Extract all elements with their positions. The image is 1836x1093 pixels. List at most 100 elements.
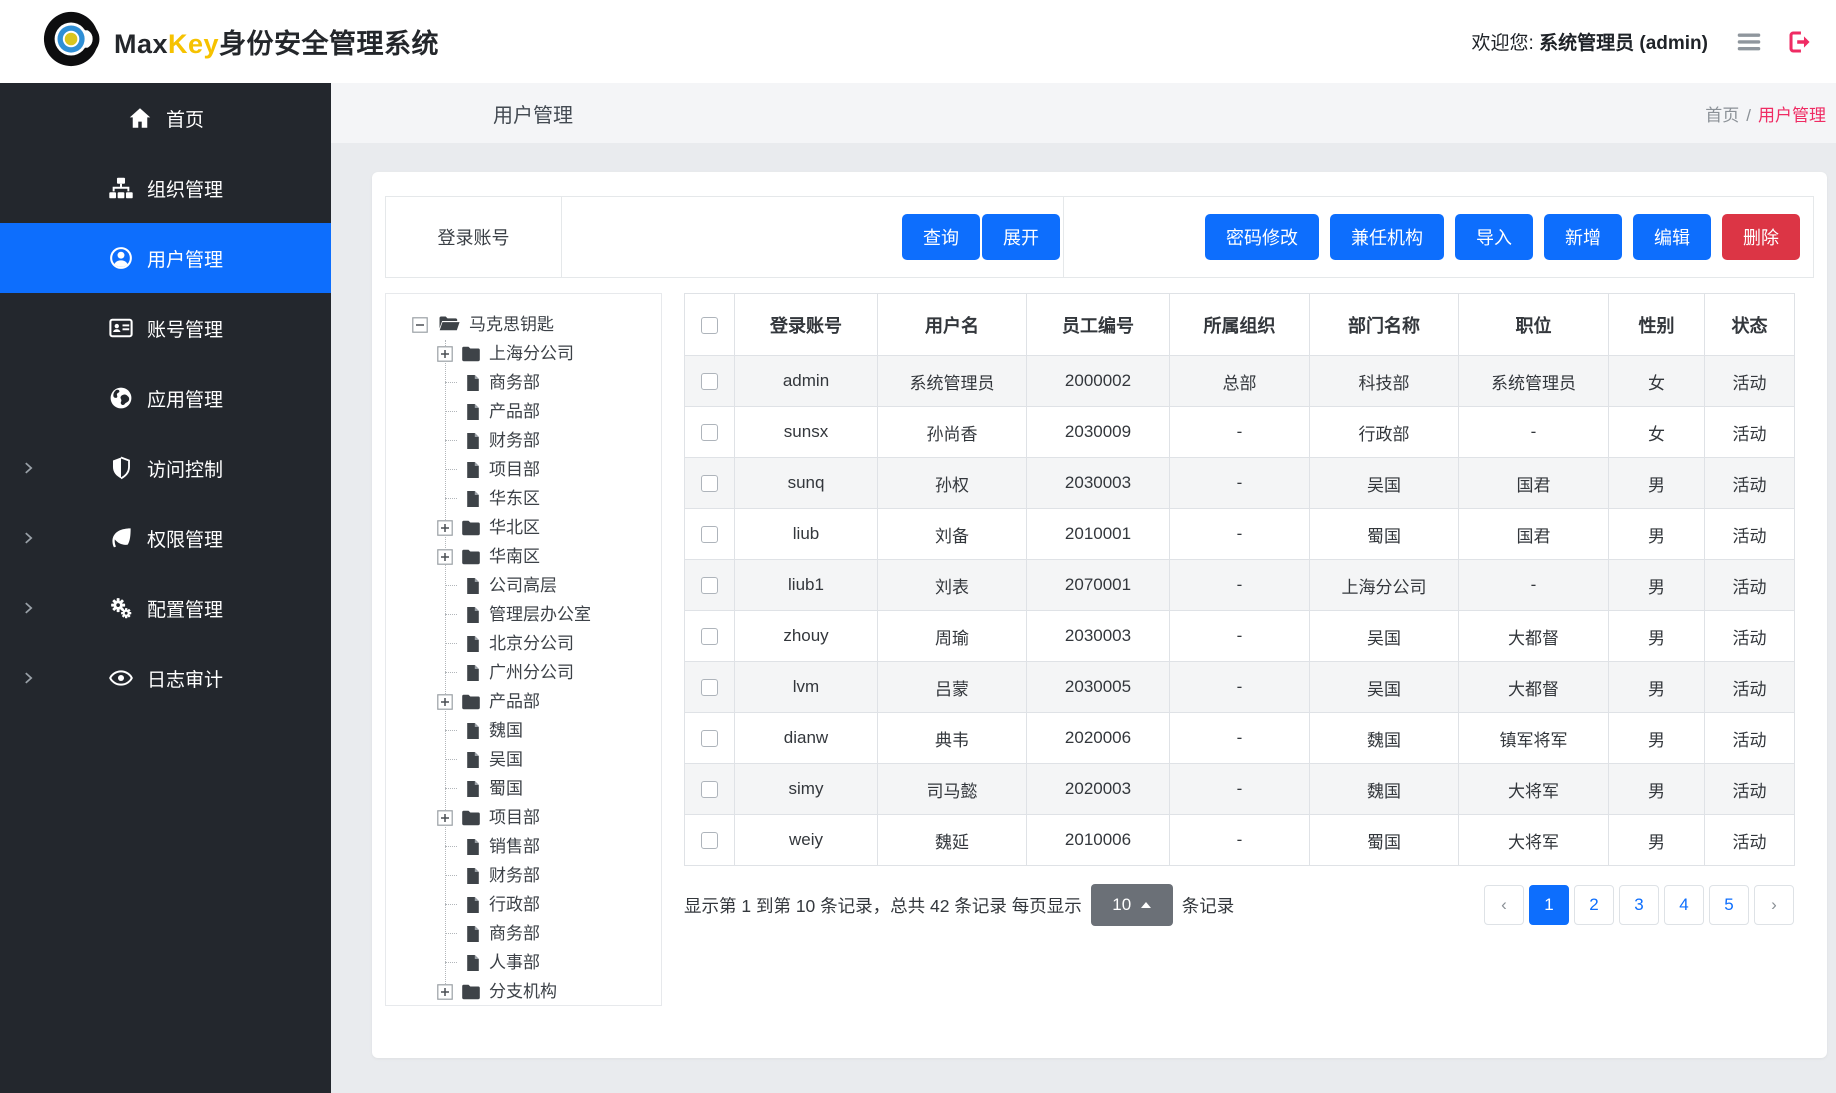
- tree-node[interactable]: 财务部: [386, 861, 661, 890]
- sidebar-item-home[interactable]: 首页: [0, 83, 331, 153]
- row-checkbox[interactable]: [701, 781, 718, 798]
- page-size-select[interactable]: 10: [1091, 884, 1173, 926]
- row-checkbox[interactable]: [701, 832, 718, 849]
- table-cell: 2070001: [1027, 560, 1170, 611]
- table-row[interactable]: simy司马懿2020003-魏国大将军男活动: [685, 764, 1795, 815]
- expand-button[interactable]: 展开: [982, 214, 1060, 260]
- file-icon: [465, 403, 481, 421]
- table-row[interactable]: lvm吕蒙2030005-吴国大都督男活动: [685, 662, 1795, 713]
- plus-square-icon[interactable]: [437, 549, 453, 565]
- tree-node-label: 广州分公司: [489, 664, 574, 681]
- tree-node[interactable]: 人事部: [386, 948, 661, 977]
- sidebar-item-user-management[interactable]: 用户管理: [0, 223, 331, 293]
- table-cell: 总部: [1170, 356, 1310, 407]
- pager-page-1[interactable]: 1: [1529, 885, 1569, 925]
- menu-toggle-icon[interactable]: [1734, 27, 1764, 57]
- tree-node[interactable]: 华东区: [386, 484, 661, 513]
- tree-node[interactable]: 华北区: [386, 513, 661, 542]
- tree-node-label: 行政部: [489, 896, 540, 913]
- minus-square-icon[interactable]: [412, 317, 428, 333]
- row-checkbox[interactable]: [701, 730, 718, 747]
- tree-node[interactable]: 分支机构: [386, 977, 661, 1006]
- pager-page-3[interactable]: 3: [1619, 885, 1659, 925]
- pager-page-5[interactable]: 5: [1709, 885, 1749, 925]
- plus-square-icon[interactable]: [437, 346, 453, 362]
- sidebar-item-log-audit[interactable]: 日志审计: [0, 643, 331, 713]
- row-checkbox[interactable]: [701, 577, 718, 594]
- tree-node[interactable]: 产品部: [386, 687, 661, 716]
- row-checkbox-cell: [685, 764, 735, 815]
- breadcrumb-home[interactable]: 首页: [1705, 106, 1739, 125]
- topbar-actions: 欢迎您: 系统管理员 (admin): [1472, 27, 1814, 57]
- tree-node[interactable]: 商务部: [386, 919, 661, 948]
- row-checkbox-cell: [685, 407, 735, 458]
- tree-node[interactable]: 销售部: [386, 832, 661, 861]
- tree-branch-line: [445, 411, 457, 412]
- plus-square-icon[interactable]: [437, 810, 453, 826]
- edit-button[interactable]: 编辑: [1633, 214, 1711, 260]
- table-row[interactable]: zhouy周瑜2030003-吴国大都督男活动: [685, 611, 1795, 662]
- sidebar-item-app-management[interactable]: 应用管理: [0, 363, 331, 433]
- plus-square-icon[interactable]: [437, 520, 453, 536]
- table-cell: 刘备: [878, 509, 1027, 560]
- tree-node[interactable]: 吴国: [386, 745, 661, 774]
- table-row[interactable]: sunsx孙尚香2030009-行政部-女活动: [685, 407, 1795, 458]
- tree-node[interactable]: 项目部: [386, 455, 661, 484]
- sidebar-item-org-management[interactable]: 组织管理: [0, 153, 331, 223]
- tree-branch-line: [445, 643, 457, 644]
- tree-node[interactable]: 行政部: [386, 890, 661, 919]
- plus-square-icon[interactable]: [437, 984, 453, 1000]
- chevron-right-icon: [22, 602, 35, 615]
- tree-node[interactable]: 北京分公司: [386, 629, 661, 658]
- chevron-right-icon: [22, 462, 35, 475]
- tree-node[interactable]: 管理层办公室: [386, 600, 661, 629]
- users-table: 登录账号用户名员工编号所属组织部门名称职位性别状态 admin系统管理员2000…: [684, 293, 1795, 866]
- import-button[interactable]: 导入: [1455, 214, 1533, 260]
- tree-node[interactable]: 蜀国: [386, 774, 661, 803]
- table-row[interactable]: weiy魏延2010006-蜀国大将军男活动: [685, 815, 1795, 866]
- tree-node[interactable]: 公司高层: [386, 571, 661, 600]
- table-row[interactable]: admin系统管理员2000002总部科技部系统管理员女活动: [685, 356, 1795, 407]
- sidebar-nav: 首页 组织管理 用户管理 账号管理 应用管理: [0, 83, 331, 1093]
- tree-node[interactable]: 上海分公司: [386, 339, 661, 368]
- table-cell: 活动: [1705, 611, 1795, 662]
- pager-prev[interactable]: ‹: [1484, 885, 1524, 925]
- pager-page-2[interactable]: 2: [1574, 885, 1614, 925]
- tree-node[interactable]: 华南区: [386, 542, 661, 571]
- select-all-checkbox[interactable]: [701, 317, 718, 334]
- pager-next[interactable]: ›: [1754, 885, 1794, 925]
- row-checkbox[interactable]: [701, 628, 718, 645]
- concurrent-org-button[interactable]: 兼任机构: [1330, 214, 1444, 260]
- tree-node[interactable]: 广州分公司: [386, 658, 661, 687]
- table-body: admin系统管理员2000002总部科技部系统管理员女活动sunsx孙尚香20…: [685, 356, 1795, 866]
- query-button[interactable]: 查询: [902, 214, 980, 260]
- table-row[interactable]: dianw典韦2020006-魏国镇军将军男活动: [685, 713, 1795, 764]
- plus-square-icon[interactable]: [437, 694, 453, 710]
- logout-icon[interactable]: [1786, 28, 1814, 56]
- tree-node[interactable]: 商务部: [386, 368, 661, 397]
- tree-node[interactable]: 魏国: [386, 716, 661, 745]
- row-checkbox[interactable]: [701, 526, 718, 543]
- sidebar-item-permission-management[interactable]: 权限管理: [0, 503, 331, 573]
- sidebar-item-account-management[interactable]: 账号管理: [0, 293, 331, 363]
- row-checkbox[interactable]: [701, 424, 718, 441]
- row-checkbox[interactable]: [701, 373, 718, 390]
- delete-button[interactable]: 删除: [1722, 214, 1800, 260]
- table-cell: 活动: [1705, 662, 1795, 713]
- tree-node[interactable]: 项目部: [386, 803, 661, 832]
- tree-node-label: 人事部: [489, 954, 540, 971]
- table-row[interactable]: sunq孙权2030003-吴国国君男活动: [685, 458, 1795, 509]
- tree-node[interactable]: 财务部: [386, 426, 661, 455]
- sidebar-item-config-management[interactable]: 配置管理: [0, 573, 331, 643]
- sidebar-item-access-control[interactable]: 访问控制: [0, 433, 331, 503]
- password-modify-button[interactable]: 密码修改: [1205, 214, 1319, 260]
- row-checkbox[interactable]: [701, 475, 718, 492]
- table-row[interactable]: liub1刘表2070001-上海分公司-男活动: [685, 560, 1795, 611]
- tree-node[interactable]: 产品部: [386, 397, 661, 426]
- add-button[interactable]: 新增: [1544, 214, 1622, 260]
- pager-page-4[interactable]: 4: [1664, 885, 1704, 925]
- table-row[interactable]: liub刘备2010001-蜀国国君男活动: [685, 509, 1795, 560]
- login-account-input[interactable]: [562, 197, 902, 277]
- row-checkbox[interactable]: [701, 679, 718, 696]
- tree-node[interactable]: 马克思钥匙: [386, 310, 661, 339]
